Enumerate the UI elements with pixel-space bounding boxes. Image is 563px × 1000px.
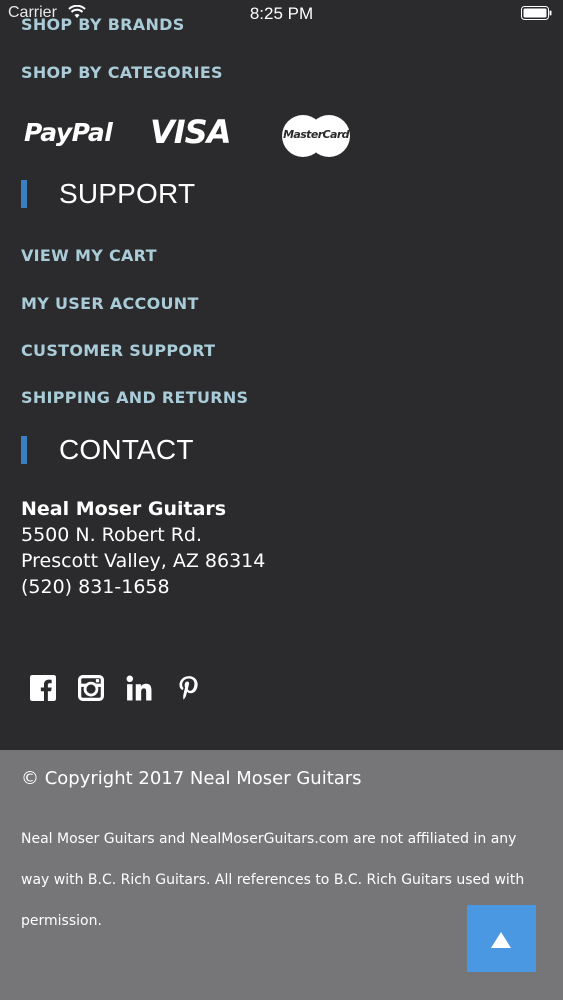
visa-logo: VISA <box>150 113 231 151</box>
status-bar: Carrier 8:25 PM <box>0 0 563 28</box>
facebook-icon[interactable] <box>30 675 56 701</box>
contact-name: Neal Moser Guitars <box>21 498 227 520</box>
disclaimer-text: Neal Moser Guitars and NealMoserGuitars.… <box>21 831 525 929</box>
contact-address-block: Neal Moser Guitars 5500 N. Robert Rd. Pr… <box>21 496 265 600</box>
mastercard-label: MasterCard <box>283 128 349 141</box>
shop-by-categories-link[interactable]: SHOP BY CATEGORIES <box>21 63 223 82</box>
contact-heading-text: CONTACT <box>59 434 194 465</box>
support-heading-text: SUPPORT <box>59 178 196 209</box>
linkedin-icon[interactable] <box>126 675 152 701</box>
heading-accent-bar <box>21 436 27 464</box>
paypal-logo: PayPal <box>24 118 113 147</box>
status-time: 8:25 PM <box>249 4 314 23</box>
customer-support-link[interactable]: CUSTOMER SUPPORT <box>21 341 215 360</box>
view-my-cart-link[interactable]: VIEW MY CART <box>21 246 157 265</box>
contact-address-line2: Prescott Valley, AZ 86314 <box>21 550 266 572</box>
contact-address-line1: 5500 N. Robert Rd. <box>21 524 203 546</box>
shipping-and-returns-link[interactable]: SHIPPING AND RETURNS <box>21 388 248 407</box>
instagram-icon[interactable] <box>78 675 104 701</box>
heading-accent-bar <box>21 180 27 208</box>
mastercard-logo: MasterCard <box>282 115 350 157</box>
contact-phone[interactable]: (520) 831-1658 <box>21 574 265 600</box>
pinterest-icon[interactable] <box>176 675 202 701</box>
arrow-up-icon <box>491 932 511 948</box>
scroll-to-top-button[interactable] <box>467 905 536 972</box>
my-user-account-link[interactable]: MY USER ACCOUNT <box>21 294 199 313</box>
battery-icon <box>521 6 552 20</box>
screen: Carrier 8:25 PM SHOP BY BRANDS SHOP BY C… <box>0 0 563 1000</box>
copyright-text: © Copyright 2017 Neal Moser Guitars <box>21 768 362 789</box>
